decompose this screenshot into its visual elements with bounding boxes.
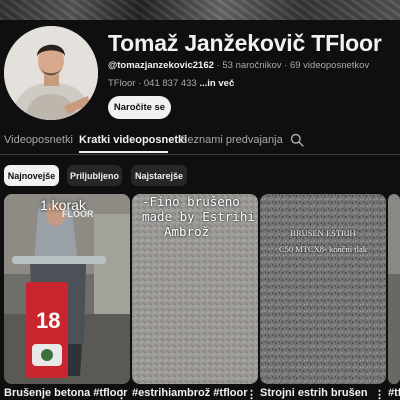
more-options-icon[interactable]: ⋮ [246, 388, 257, 400]
overlay-line: BRUSEN ESTRIH [290, 228, 356, 238]
channel-description[interactable]: TFloor · 041 837 433 ...in več [108, 78, 234, 89]
short-thumbnail-3[interactable] [260, 194, 386, 384]
filter-popular[interactable]: Priljubljeno [67, 165, 122, 186]
short-thumbnail-4[interactable] [388, 194, 400, 384]
overlay-line: C50 MTCX8- končni tlak [278, 244, 368, 254]
channel-meta: @tomazjanzekovic2162 · 53 naročnikov · 6… [108, 60, 369, 71]
subscriber-count: 53 naročnikov [222, 60, 282, 71]
thumbnail-image [388, 194, 400, 384]
channel-name: Tomaž Janžekovič TFloor [108, 30, 382, 56]
channel-handle[interactable]: @tomazjanzekovic2162 [108, 60, 214, 71]
more-link[interactable]: ...in več [199, 78, 234, 89]
overlay-line: -Fino brušeno [142, 194, 240, 209]
more-options-icon[interactable]: ⋮ [116, 388, 127, 400]
channel-banner [0, 0, 400, 20]
search-icon[interactable] [290, 133, 304, 147]
short-overlay-text: BRUSEN ESTRIH C50 MTCX8- končni tlak [262, 225, 384, 257]
logo-text: FLOOR [62, 209, 94, 219]
short-title-4[interactable]: #tf [388, 387, 400, 399]
tabs-divider [0, 154, 400, 155]
tab-shorts[interactable]: Kratki videoposnetki [79, 134, 187, 146]
sign-number: 18 [36, 308, 61, 333]
channel-tabs: Videoposnetki Kratki videoposnetki Sezna… [0, 132, 400, 154]
tab-videos[interactable]: Videoposnetki [4, 134, 73, 146]
thumbnail-image [260, 194, 386, 384]
video-count: 69 videoposnetkov [289, 60, 370, 71]
short-title-3[interactable]: Strojni estrih brušen [260, 387, 368, 399]
filter-newest[interactable]: Najnovejše [4, 165, 59, 186]
overlay-line: Ambrož [164, 224, 210, 239]
overlay-line: made by Estrihi [142, 209, 255, 224]
tab-playlists[interactable]: Seznami predvajanja [180, 134, 283, 146]
short-thumbnail-1[interactable] [4, 194, 130, 384]
channel-avatar[interactable] [4, 26, 98, 120]
filter-oldest[interactable]: Najstarejše [131, 165, 187, 186]
more-options-icon[interactable]: ⋮ [374, 388, 385, 400]
avatar-portrait [4, 26, 98, 120]
subscribe-button[interactable]: Naročite se [108, 96, 171, 119]
short-title-1[interactable]: Brušenje betona #tfloor [4, 387, 127, 399]
active-tab-indicator [79, 151, 168, 153]
short-title-2[interactable]: #estrihiambrož #tfloor [132, 387, 248, 399]
short-overlay-text: -Fino brušeno made by Estrihi Ambrož [142, 194, 255, 239]
description-text: TFloor · 041 837 433 [108, 78, 197, 89]
thumbnail-image [4, 194, 130, 384]
